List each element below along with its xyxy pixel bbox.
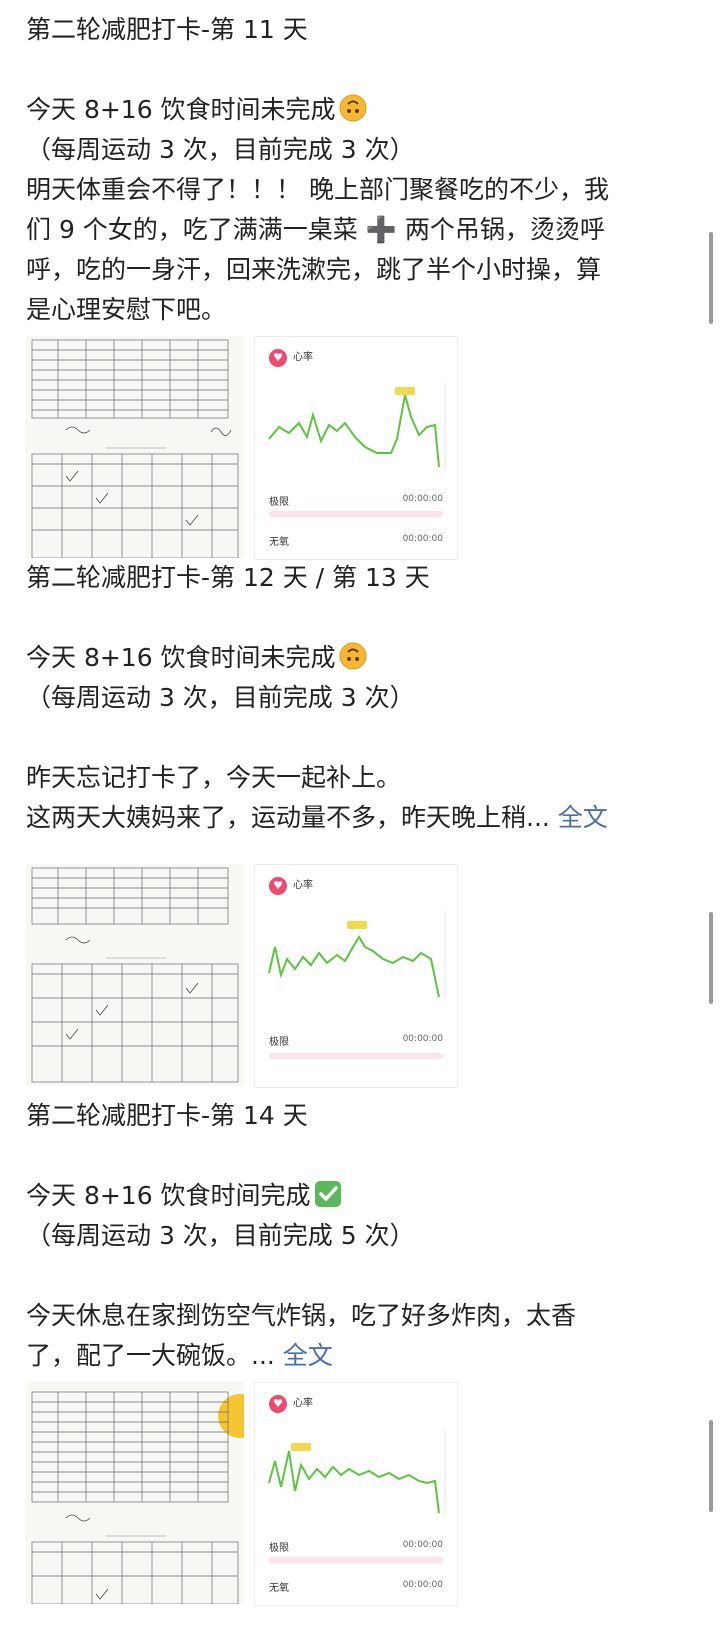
diet-status: 今天 8+16 饮食时间未完成 xyxy=(26,638,686,678)
scrollbar-post-day-14[interactable] xyxy=(709,1420,713,1512)
exercise-status: （每周运动 3 次，目前完成 5 次） xyxy=(26,1221,415,1250)
heart-rate-title: 心率 xyxy=(293,352,313,363)
upside-down-face-emoji-icon xyxy=(339,94,367,122)
zone-time: 00:00:00 xyxy=(402,1034,443,1044)
post-day-11: 第二轮减肥打卡-第 11 天 今天 8+16 饮食时间未完成 （每周运动 3 次… xyxy=(26,10,686,330)
checkin-sheet-drawing xyxy=(31,339,239,558)
heart-rate-screenshot[interactable]: 心率 极限 00:00:00 xyxy=(254,864,458,1088)
zone-time: 00:00:00 xyxy=(402,1540,443,1550)
post-title: 第二轮减肥打卡-第 12 天 / 第 13 天 xyxy=(26,563,430,592)
zone-label: 无氧 xyxy=(269,537,289,548)
body-line-text: 了，配了一大碗饭。... xyxy=(26,1341,275,1370)
zone-time: 00:00:00 xyxy=(402,534,443,544)
body-line: 是心理安慰下吧。 xyxy=(26,295,227,324)
zone-time: 00:00:00 xyxy=(402,494,443,504)
upside-down-face-emoji-icon xyxy=(339,642,367,670)
heart-icon xyxy=(269,877,287,895)
zone-time: 00:00:00 xyxy=(402,1580,443,1590)
checkin-sheet-photo[interactable] xyxy=(26,1382,244,1604)
exercise-status: （每周运动 3 次，目前完成 3 次） xyxy=(26,683,415,712)
post-title: 第二轮减肥打卡-第 11 天 xyxy=(26,15,308,44)
post-day-12-13: 第二轮减肥打卡-第 12 天 / 第 13 天 今天 8+16 饮食时间未完成 … xyxy=(26,558,686,838)
body-line: 呼，吃的一身汗，回来洗漱完，跳了半个小时操，算 xyxy=(26,255,602,284)
post-title: 第二轮减肥打卡-第 14 天 xyxy=(26,1101,308,1130)
heart-rate-screenshot[interactable]: 心率 极限 00:00:00 无氧 00:00:00 xyxy=(254,336,458,560)
zone-bar xyxy=(269,1557,443,1563)
heart-rate-line xyxy=(268,383,446,471)
post-day-14-images: 心率 极限 00:00:00 无氧 00:00:00 xyxy=(26,1382,466,1606)
body-line-text: 这两天大姨妈来了，运动量不多，昨天晚上稍... xyxy=(26,803,550,832)
heart-rate-title: 心率 xyxy=(293,1398,313,1409)
zone-label: 无氧 xyxy=(269,1583,289,1594)
expand-full-text-link[interactable]: 全文 xyxy=(283,1341,333,1370)
diet-status: 今天 8+16 饮食时间完成 xyxy=(26,1176,686,1216)
post-day-14: 第二轮减肥打卡-第 14 天 今天 8+16 饮食时间完成 （每周运动 3 次，… xyxy=(26,1096,686,1376)
heart-rate-line xyxy=(268,1429,446,1517)
body-line: 们 9 个女的，吃了满满一桌菜 ➕ 两个吊锅，烫烫呼 xyxy=(26,215,605,244)
zone-label: 极限 xyxy=(269,1543,289,1554)
checkin-sheet-drawing xyxy=(31,1391,244,1604)
body-line: 明天体重会不得了！！！ 晚上部门聚餐吃的不少，我 xyxy=(26,175,609,204)
zone-bar xyxy=(269,1053,443,1059)
heart-rate-title: 心率 xyxy=(293,880,313,891)
expand-full-text-link[interactable]: 全文 xyxy=(558,803,608,832)
diet-status-text: 今天 8+16 饮食时间未完成 xyxy=(26,643,336,672)
heart-icon xyxy=(269,1395,287,1413)
body-line: 了，配了一大碗饭。... 全文 xyxy=(26,1336,686,1376)
yellow-object xyxy=(218,1394,244,1438)
post-day-11-images: 心率 极限 00:00:00 无氧 00:00:00 xyxy=(26,336,466,560)
exercise-status: （每周运动 3 次，目前完成 3 次） xyxy=(26,135,415,164)
body-line: 今天休息在家捯饬空气炸锅，吃了好多炸肉，太香 xyxy=(26,1301,577,1330)
heart-rate-line xyxy=(268,911,446,999)
zone-bar xyxy=(269,511,443,517)
post-day-12-13-images: 心率 极限 00:00:00 xyxy=(26,864,466,1088)
heart-icon xyxy=(269,349,287,367)
scrollbar-post-day-12-13[interactable] xyxy=(709,912,713,1004)
check-mark-button-emoji-icon xyxy=(314,1181,341,1207)
checkin-sheet-photo[interactable] xyxy=(26,864,244,1086)
zone-label: 极限 xyxy=(269,1037,289,1048)
body-line: 昨天忘记打卡了，今天一起补上。 xyxy=(26,763,402,792)
heart-rate-screenshot[interactable]: 心率 极限 00:00:00 无氧 00:00:00 xyxy=(254,1382,458,1606)
checkin-sheet-drawing xyxy=(31,867,239,1083)
checkin-sheet-photo[interactable] xyxy=(26,336,244,558)
scrollbar-post-day-11[interactable] xyxy=(709,232,713,324)
diet-status-text: 今天 8+16 饮食时间完成 xyxy=(26,1181,311,1210)
diet-status-text: 今天 8+16 饮食时间未完成 xyxy=(26,95,336,124)
body-line: 这两天大姨妈来了，运动量不多，昨天晚上稍... 全文 xyxy=(26,798,686,838)
zone-label: 极限 xyxy=(269,497,289,508)
diet-status: 今天 8+16 饮食时间未完成 xyxy=(26,90,686,130)
